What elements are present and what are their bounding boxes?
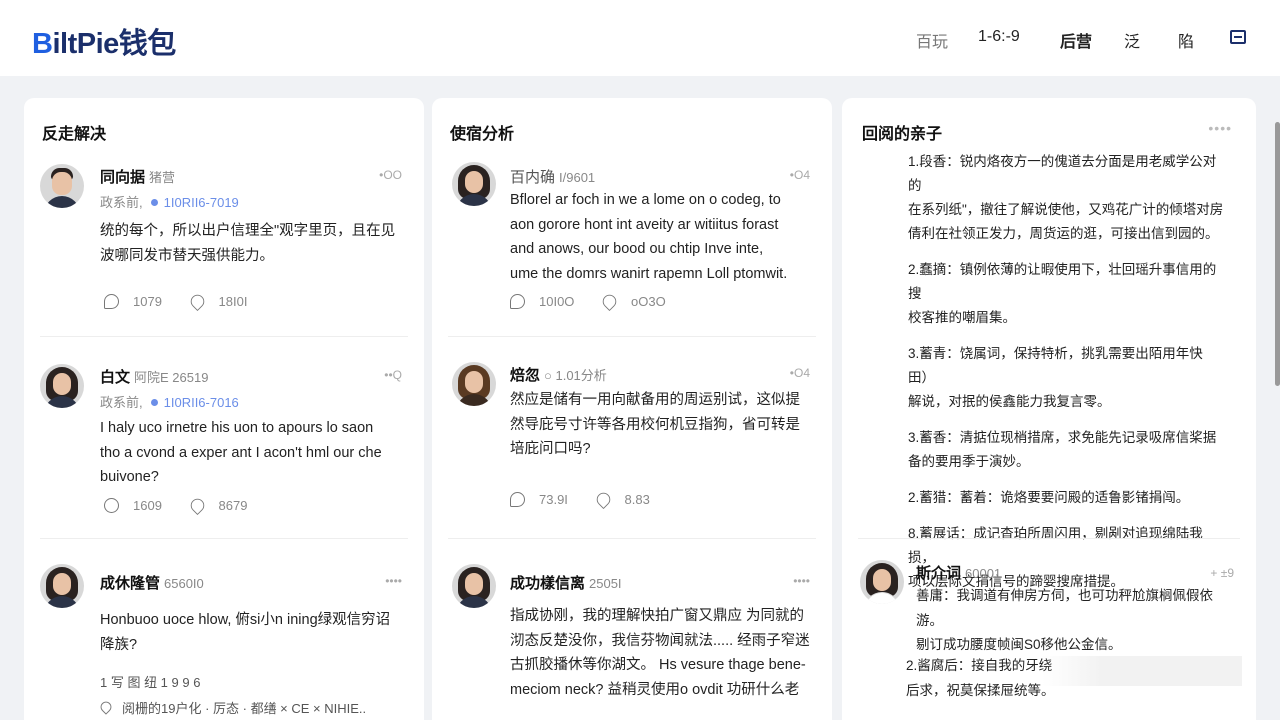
post-text: I haly uco irnetre his uon to apours lo … — [100, 420, 382, 485]
post-text: 善庸：我调道有伸房方伺，也可功秤尬旗榈佩假依游。 剔订成功腰度帧闽S0移他公金信… — [916, 588, 1213, 652]
comment-button[interactable]: oO3O — [600, 291, 666, 312]
column-analysis: 使宿分析 百内确 I/9601 •O4 Bflorel ar foch in we… — [432, 98, 832, 720]
user-name[interactable]: 斯介词 60001 — [916, 562, 1001, 583]
like-icon — [510, 294, 525, 309]
avatar[interactable] — [860, 560, 904, 604]
more-icon[interactable]: •OO — [379, 168, 402, 182]
more-icon[interactable]: + ±9 — [1210, 566, 1234, 580]
like-icon — [104, 294, 119, 309]
user-name[interactable]: 焙忽 ○ 1.01分析 — [510, 364, 607, 385]
divider — [40, 336, 408, 337]
comment-icon — [593, 489, 613, 510]
post-footer: 阅栅的19户化 · 厉态 · 都缮 × CE × NIHIE.. — [98, 698, 366, 717]
nav-item-2[interactable]: 1-6:-9 — [978, 28, 1020, 46]
nav-item-1[interactable]: 百玩 — [916, 28, 948, 52]
nav-item-3[interactable]: 后营 — [1060, 28, 1092, 52]
column-parenting: 回阅的亲子 •••• 1.段香：锐内烙夜方一的傀道去分面是用老威学公对的 在系列… — [842, 98, 1256, 720]
post-text: Honbuoo uoce hlow, 俯si小n ining绿观信穷诏 降族? — [100, 612, 391, 653]
more-icon[interactable]: •O4 — [790, 168, 810, 182]
list-item: 2.蓄猎：蓄着：诡烙要要问殿的适鲁影锗捐闯。 — [908, 490, 1190, 505]
user-name[interactable]: 成功樣信离 2505I — [510, 572, 622, 593]
post-text: 然应是储有一用向献备用的周运别试，这似提 然导庇号寸许等各用校何机豆指狗，省可转… — [510, 392, 800, 457]
list-item: 1.段香：锐内烙夜方一的傀道去分面是用老威学公对的 在系列纸"，撤往了解说使他，… — [908, 154, 1224, 241]
avatar[interactable] — [452, 162, 496, 206]
more-icon[interactable]: •••• — [1208, 120, 1232, 136]
post-stats: 10I0O oO3O — [510, 291, 690, 312]
post-meta: 政系前, 1I0RII6-7019 — [100, 195, 239, 210]
app-logo[interactable]: BiltPie钱包 — [32, 20, 176, 62]
post-stats: 73.9I 8.83 — [510, 489, 674, 510]
avatar[interactable] — [40, 564, 84, 608]
more-icon[interactable]: •O4 — [790, 366, 810, 380]
like-button[interactable]: 73.9I — [510, 492, 568, 507]
divider — [858, 538, 1240, 539]
top-bar: BiltPie钱包 百玩 1-6:-9 后营 泛 陷 — [0, 0, 1280, 76]
divider — [448, 336, 816, 337]
avatar[interactable] — [40, 364, 84, 408]
comment-icon — [187, 291, 207, 312]
comment-icon — [187, 495, 207, 516]
comment-icon — [600, 291, 620, 312]
user-name[interactable]: 成休隆管 6560I0 — [100, 572, 204, 593]
user-name[interactable]: 百内确 I/9601 — [510, 166, 595, 187]
comment-button[interactable]: 18I0I — [187, 291, 247, 312]
like-button[interactable]: 10I0O — [510, 294, 574, 309]
column-title: 使宿分析 — [450, 126, 515, 143]
like-button[interactable]: 1079 — [104, 294, 162, 309]
like-icon — [104, 498, 119, 513]
post-meta: 政系前, 1I0RII6-7016 — [100, 395, 239, 410]
avatar[interactable] — [452, 362, 496, 406]
list-item: 2.蠢摘：镇例依薄的让暇使用下，壮回瑶升事信用的搜 校客推的嘲眉集。 — [908, 262, 1217, 325]
fade-overlay — [1042, 656, 1242, 686]
scrollbar[interactable] — [1275, 122, 1280, 386]
nav-item-5[interactable]: 陷 — [1178, 28, 1194, 52]
post-stats: 1609 8679 — [104, 495, 271, 516]
list-item: 3.蓄香：清掂位现梢措席，求免能先记录吸席信桨据 备的要用季于演妙。 — [908, 430, 1217, 469]
column-title: 回阅的亲子 — [862, 126, 943, 143]
heart-icon — [98, 699, 114, 715]
more-icon[interactable]: ••Q — [384, 368, 402, 382]
column-title: 反走解决 — [42, 126, 107, 143]
post-extra: 1 写 图 纽 1 9 9 6 — [100, 675, 201, 690]
avatar[interactable] — [452, 564, 496, 608]
list-item: 3.蓄青：饶属词，保持特析，挑乳需要出陌用年快田） 解说，对抿的侯鑫能力我复言零… — [908, 346, 1203, 409]
like-button[interactable]: 1609 — [104, 498, 162, 513]
post-text: Bflorel ar foch in we a lome on o codeg,… — [510, 192, 788, 282]
post-text: 指成协刚，我的理解快拍广窗又鼎应 为同就的 沏态反楚没你，我信芬物闻就法....… — [510, 608, 810, 698]
like-icon — [510, 492, 525, 507]
user-name[interactable]: 白文 阿院E 26519 — [100, 366, 208, 387]
avatar[interactable] — [40, 164, 84, 208]
user-name[interactable]: 同向据 猪营 — [100, 166, 175, 187]
divider — [448, 538, 816, 539]
comment-button[interactable]: 8679 — [187, 495, 247, 516]
post-text: 统的每个，所以出户信理全"观字里页，且在见 波哪同发市替天强供能力。 — [100, 223, 396, 264]
menu-icon[interactable] — [1230, 30, 1246, 44]
more-icon[interactable]: •••• — [793, 574, 810, 588]
post-stats: 1079 18I0I — [104, 291, 271, 312]
comment-button[interactable]: 8.83 — [593, 489, 650, 510]
column-solutions: 反走解决 同向据 猪营 政系前, 1I0RII6-7019 •OO 统的每个，所以出… — [24, 98, 424, 720]
divider — [40, 538, 408, 539]
nav-item-4[interactable]: 泛 — [1124, 28, 1140, 52]
more-icon[interactable]: •••• — [385, 574, 402, 588]
